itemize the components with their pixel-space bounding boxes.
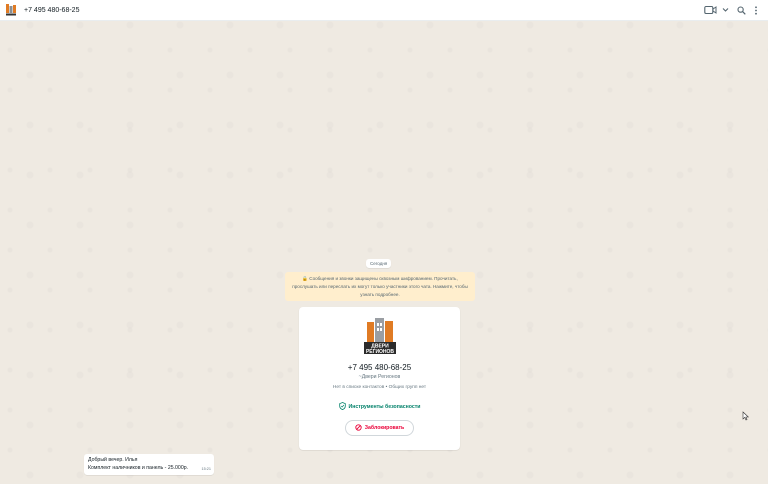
encryption-notice[interactable]: 🔒 Сообщения и звонки защищены сквозным ш… (285, 272, 475, 301)
shield-icon (338, 402, 346, 412)
security-tools-button[interactable]: Инструменты безопасности (299, 402, 460, 412)
block-label: Заблокировать (364, 425, 405, 431)
search-icon[interactable] (737, 3, 746, 17)
block-button[interactable]: Заблокировать (345, 420, 414, 436)
contact-meta: Нет в списке контактов • Общих групп нет (332, 385, 427, 390)
contact-card: ДВЕРИ РЕГИОНОВ +7 495 480-68-25 ~Двери Р… (299, 307, 460, 450)
incoming-message[interactable]: Добрый вечер. Илья Комплект наличников и… (84, 454, 214, 475)
mouse-cursor-icon (742, 408, 750, 421)
chevron-down-icon[interactable] (722, 3, 729, 17)
security-tools-label: Инструменты безопасности (348, 404, 421, 410)
message-line-1: Добрый вечер. Илья (88, 457, 138, 463)
company-logo: ДВЕРИ РЕГИОНОВ (361, 317, 399, 357)
contact-avatar[interactable] (4, 3, 18, 17)
date-chip: Сегодня (366, 259, 392, 268)
block-icon (355, 423, 362, 433)
contact-name: ~Двери Регионов (358, 374, 401, 380)
message-line-2: Комплект наличников и панель - 25.000р. (88, 464, 189, 471)
chat-header: +7 495 480-68-25 (0, 0, 768, 21)
video-call-icon[interactable] (704, 3, 720, 17)
header-title[interactable]: +7 495 480-68-25 (24, 7, 79, 14)
svg-text:РЕГИОНОВ: РЕГИОНОВ (366, 349, 394, 355)
menu-icon[interactable] (754, 3, 758, 17)
contact-phone: +7 495 480-68-25 (347, 363, 412, 372)
message-time: 15:21 (201, 466, 211, 471)
